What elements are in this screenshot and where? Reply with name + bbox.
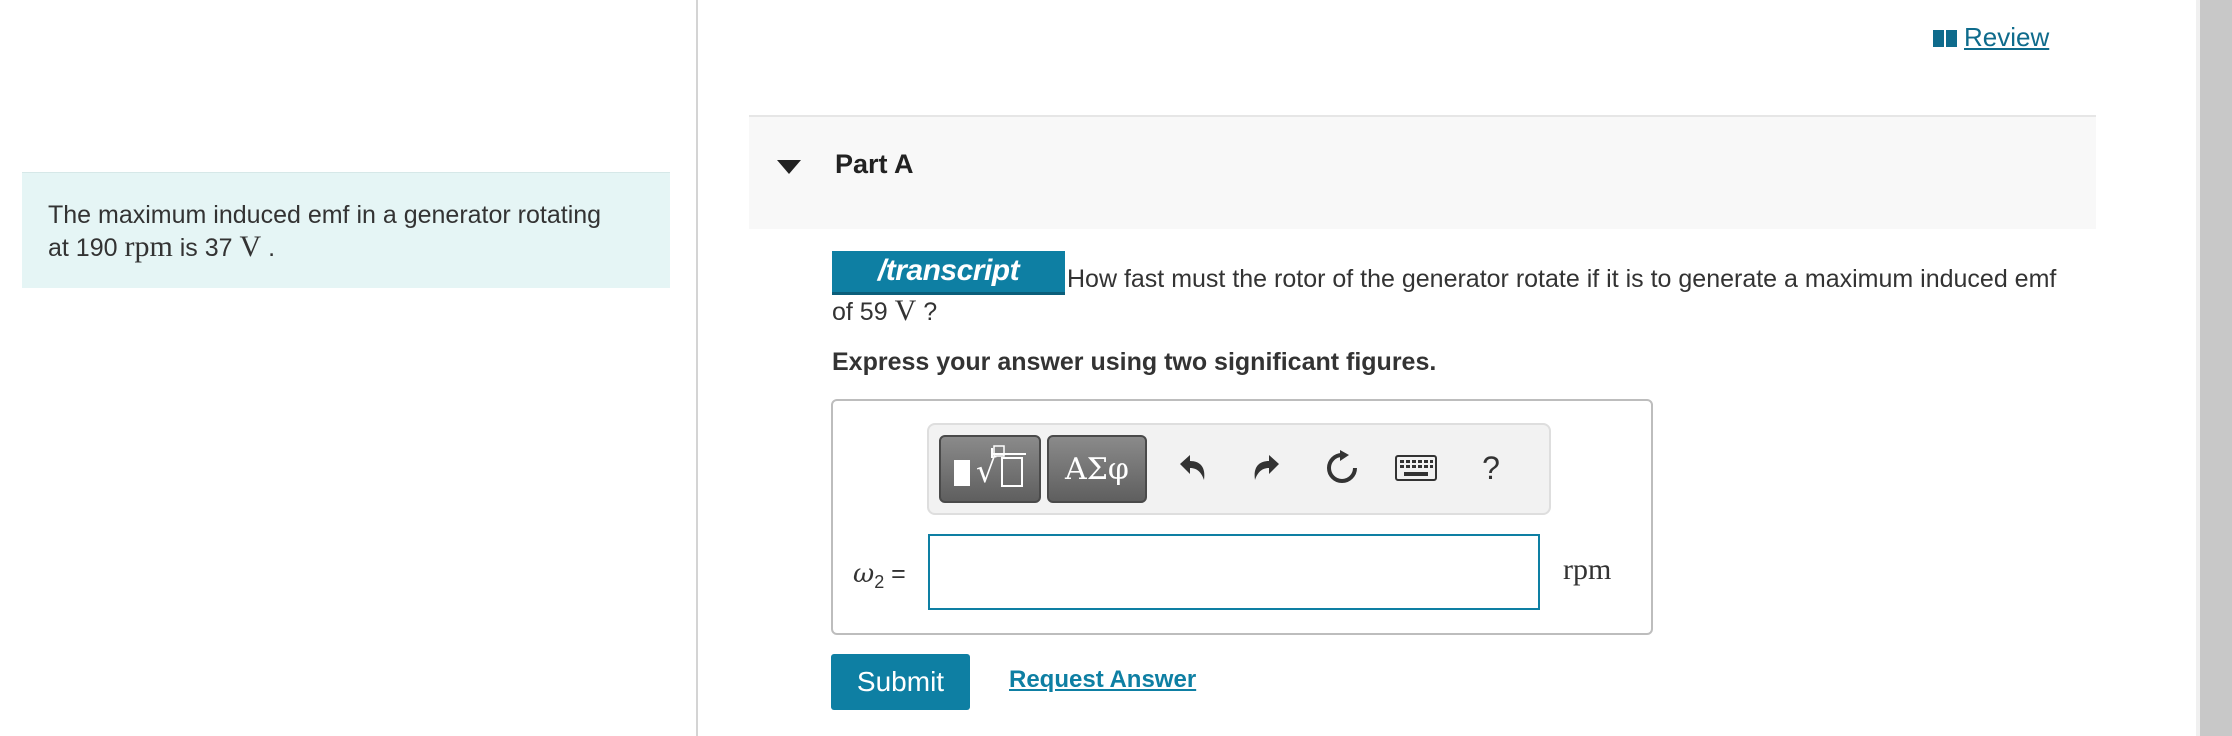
request-answer-link[interactable]: Request Answer (1009, 666, 1196, 694)
templates-button[interactable]: √ (939, 435, 1041, 503)
keyboard-icon[interactable] (1391, 443, 1441, 493)
problem-statement: The maximum induced emf in a generator r… (22, 172, 670, 288)
problem-unit-v: V (239, 230, 262, 263)
part-a-header[interactable]: Part A (749, 115, 2096, 229)
review-label: Review (1964, 22, 2050, 52)
svg-text:√: √ (976, 452, 997, 490)
help-button[interactable]: ? (1466, 443, 1516, 493)
scrollbar[interactable] (2200, 0, 2232, 736)
question-line2-pre: of 59 (832, 298, 888, 326)
question-line1: How fast must the rotor of the generator… (1067, 265, 2057, 293)
question-line2-end: ? (923, 298, 938, 326)
equals-sign: = (891, 560, 906, 588)
book-icon (1933, 29, 1957, 47)
caret-down-icon[interactable] (777, 160, 801, 174)
symbols-button[interactable]: ΑΣφ (1047, 435, 1147, 503)
answer-unit: rpm (1563, 553, 1612, 586)
question-text: /transcript How fast must the rotor of th… (832, 251, 2100, 328)
answer-input[interactable] (928, 534, 1540, 610)
question-unit-v: V (894, 294, 917, 327)
problem-text-line1: The maximum induced emf in a generator r… (48, 201, 602, 229)
answer-variable-label: ω2 = (853, 559, 906, 593)
problem-unit-rpm: rpm (124, 230, 173, 263)
panel-divider (696, 0, 698, 736)
instruction-text: Express your answer using two significan… (832, 348, 1437, 376)
problem-text-is: is 37 (179, 234, 233, 262)
page: The maximum induced emf in a generator r… (0, 0, 2232, 736)
part-title: Part A (835, 149, 914, 179)
submit-button[interactable]: Submit (831, 654, 970, 710)
review-link[interactable]: Review (1932, 22, 2049, 53)
redo-icon[interactable] (1242, 443, 1292, 493)
question-line2: of 59 V ? (832, 295, 2100, 328)
omega-subscript: 2 (874, 572, 885, 592)
templates-icon: √ (954, 445, 1026, 490)
problem-text-end: . (268, 234, 276, 262)
transcript-logo[interactable]: /transcript (832, 251, 1065, 295)
omega-symbol: ω (853, 559, 875, 589)
math-toolbar: √ ΑΣφ ? (927, 423, 1551, 515)
problem-text-at: at 190 (48, 234, 118, 262)
undo-icon[interactable] (1167, 443, 1217, 493)
reset-icon[interactable] (1317, 443, 1367, 493)
answer-box: √ ΑΣφ ? ω2 = rpm (831, 399, 1653, 635)
